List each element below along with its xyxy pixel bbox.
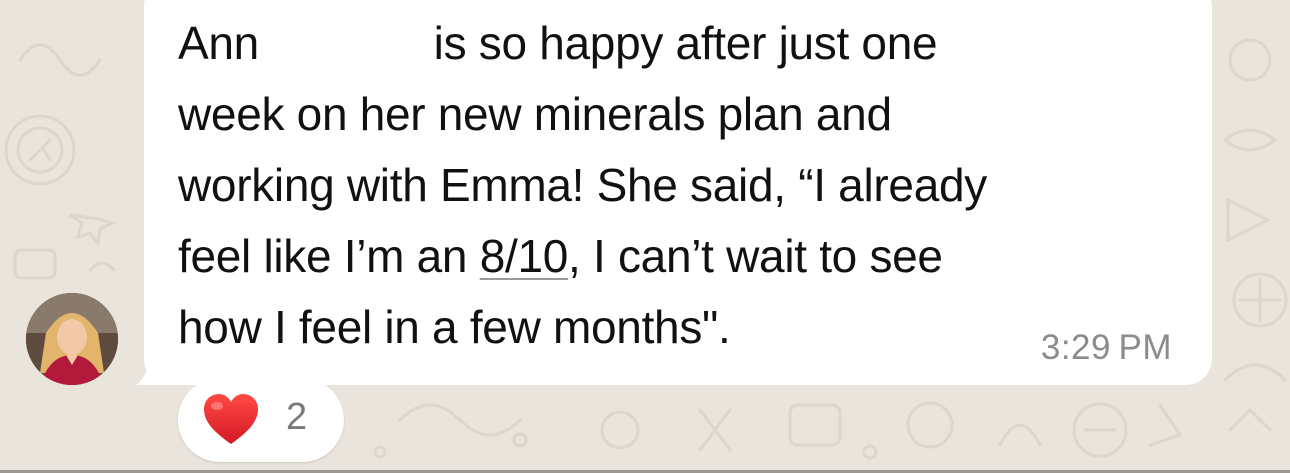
avatar-photo-icon xyxy=(26,293,118,385)
message-timestamp: 3:29 PM xyxy=(1040,328,1172,367)
message-line-2: week on her new minerals plan and xyxy=(178,88,892,140)
message-line-5: how I feel in a few months". xyxy=(178,301,731,353)
message-line-4: feel like I’m an 8/10, I can’t wait to s… xyxy=(178,230,943,282)
rating-link[interactable]: 8/10 xyxy=(480,230,569,282)
red-heart-icon xyxy=(204,394,258,444)
sender-avatar[interactable] xyxy=(26,293,118,385)
message-text: Ann is so happy after just one week on h… xyxy=(178,8,1178,363)
reaction-pill[interactable]: 2 xyxy=(178,378,344,462)
message-line-1: Ann is so happy after just one xyxy=(178,17,938,69)
reaction-count: 2 xyxy=(286,396,308,438)
message-line-3: working with Emma! She said, “I already xyxy=(178,159,987,211)
